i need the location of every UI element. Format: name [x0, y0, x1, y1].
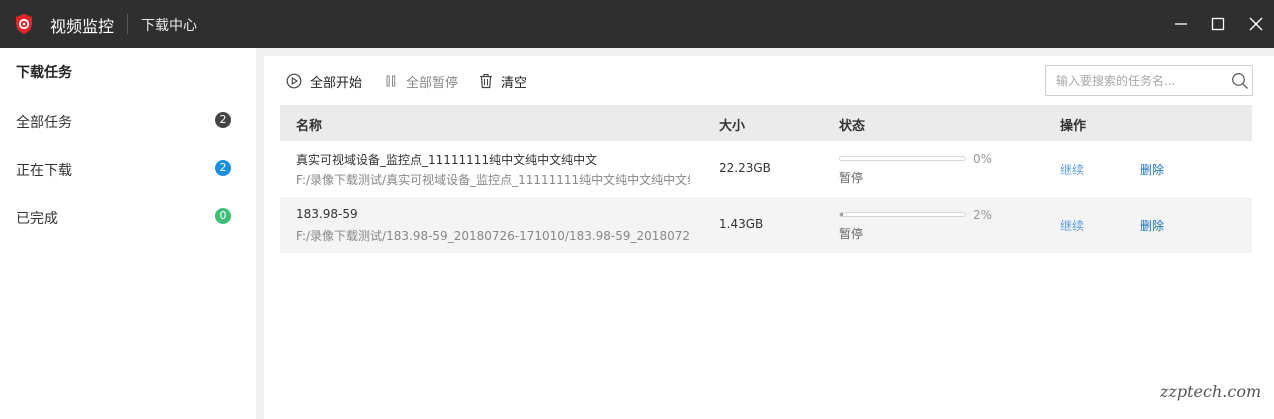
column-header-name: 名称 — [296, 119, 323, 134]
column-header-size: 大小 — [719, 119, 746, 134]
count-badge: 0 — [215, 208, 231, 224]
column-header-actions: 操作 — [1060, 119, 1087, 134]
delete-link[interactable]: 删除 — [1140, 217, 1164, 234]
progress-bar — [839, 212, 966, 217]
pause-icon — [386, 75, 396, 87]
table-row: 真实可视域设备_监控点_11111111纯中文纯中文纯中文 F:/录像下载测试/… — [280, 141, 1252, 197]
task-path: F:/录像下载测试/真实可视域设备_监控点_11111111纯中文纯中文纯中文纯… — [296, 173, 690, 187]
table-header: 名称 大小 状态 操作 — [280, 105, 1252, 141]
maximize-button[interactable] — [1206, 12, 1230, 36]
main-panel: 全部开始 全部暂停 清空 名称 大小 状态 操作 真实可视域设备_监控点_1 — [264, 56, 1274, 419]
sidebar-item-completed[interactable]: 已完成 0 — [0, 196, 256, 236]
delete-link[interactable]: 删除 — [1140, 161, 1164, 178]
sidebar-item-all-tasks[interactable]: 全部任务 2 — [0, 100, 256, 140]
sidebar-item-label: 正在下载 — [16, 163, 72, 179]
clear-button[interactable]: 清空 — [479, 71, 527, 91]
trash-icon — [480, 73, 492, 89]
table-row: 183.98-59 F:/录像下载测试/183.98-59_20180726-1… — [280, 197, 1252, 253]
progress-percent: 0% — [973, 152, 993, 166]
task-size: 1.43GB — [719, 217, 764, 231]
minimize-icon — [1175, 23, 1187, 25]
count-badge: 2 — [215, 112, 231, 128]
sidebar-item-downloading[interactable]: 正在下载 2 — [0, 148, 256, 188]
watermark: zzptech.com — [1160, 382, 1262, 401]
pause-all-label: 全部暂停 — [406, 75, 459, 91]
title-separator — [127, 14, 128, 34]
search-input[interactable] — [1056, 72, 1216, 90]
sidebar-header: 下载任务 — [16, 65, 72, 81]
sidebar-item-label: 已完成 — [16, 211, 58, 227]
minimize-button[interactable] — [1169, 12, 1193, 36]
task-path: F:/录像下载测试/183.98-59_20180726-171010/183.… — [296, 229, 690, 243]
app-logo-icon — [16, 14, 32, 34]
progress-percent: 2% — [973, 208, 993, 222]
close-icon — [1249, 17, 1263, 31]
task-name: 183.98-59 — [296, 207, 358, 221]
start-all-label: 全部开始 — [310, 75, 363, 91]
close-button[interactable] — [1244, 12, 1268, 36]
sidebar-item-label: 全部任务 — [16, 115, 72, 131]
search-box — [1045, 65, 1253, 96]
column-header-status: 状态 — [839, 119, 866, 134]
progress-bar — [839, 156, 966, 161]
task-name: 真实可视域设备_监控点_11111111纯中文纯中文纯中文 — [296, 153, 598, 167]
title-bar: 视频监控 下载中心 — [0, 0, 1274, 48]
start-all-button[interactable]: 全部开始 — [286, 71, 362, 91]
clear-label: 清空 — [501, 75, 528, 91]
count-badge: 2 — [215, 160, 231, 176]
task-status: 暂停 — [839, 171, 864, 185]
maximize-icon — [1211, 17, 1225, 31]
window-title: 下载中心 — [141, 18, 197, 34]
sidebar: 下载任务 全部任务 2 正在下载 2 已完成 0 — [0, 48, 256, 419]
search-icon[interactable] — [1231, 72, 1249, 90]
progress-fill — [840, 213, 843, 216]
pause-all-button[interactable]: 全部暂停 — [384, 71, 458, 91]
continue-link[interactable]: 继续 — [1060, 217, 1084, 234]
task-size: 22.23GB — [719, 161, 771, 175]
task-status: 暂停 — [839, 227, 864, 241]
play-circle-icon — [286, 73, 302, 89]
continue-link[interactable]: 继续 — [1060, 161, 1084, 178]
app-title: 视频监控 — [50, 17, 115, 36]
